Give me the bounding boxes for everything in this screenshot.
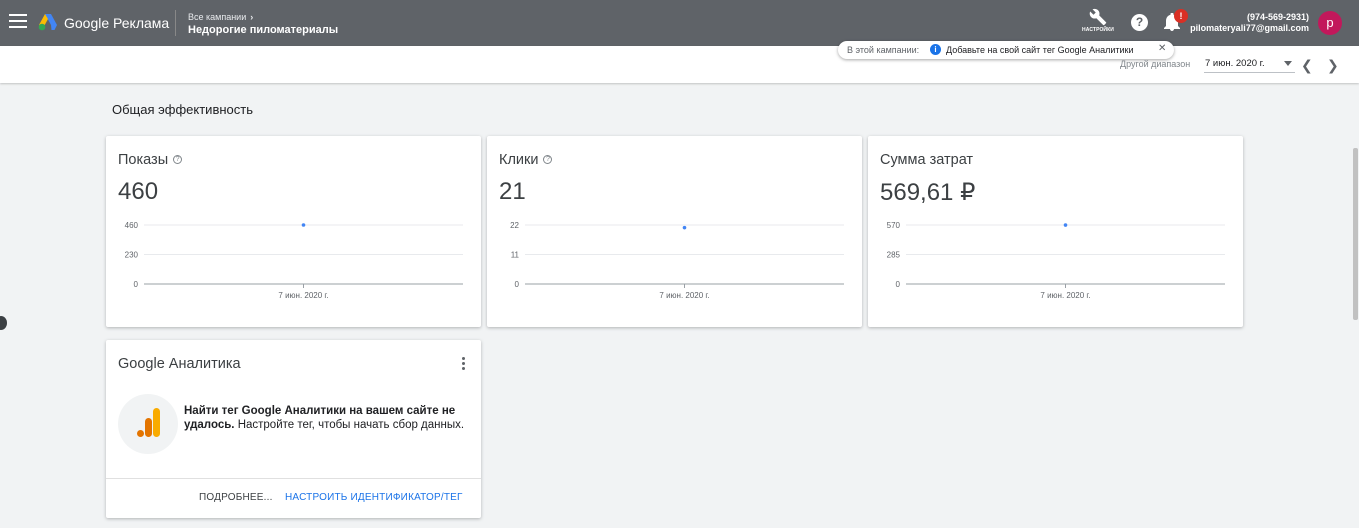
impressions-card[interactable]: Показы? 460 460 230 0 7 июн. 2020 г. (106, 136, 481, 327)
cost-card[interactable]: Сумма затрат 569,61 ₽ 570 285 0 7 июн. 2020… (868, 136, 1243, 327)
header-divider (175, 10, 176, 36)
x-tick-label: 7 июн. 2020 г. (659, 291, 709, 300)
card-title: Показы? (118, 152, 183, 168)
cost-chart: 570 285 0 7 июн. 2020 г. (887, 221, 1225, 300)
setup-tag-button[interactable]: НАСТРОИТЬ ИДЕНТИФИКАТОР/ТЕГ (285, 492, 463, 503)
previous-period-button[interactable]: ❮ (1301, 57, 1313, 74)
card-title-text: Сумма затрат (880, 152, 974, 168)
y-tick-label: 285 (887, 251, 901, 260)
card-title-text: Показы (118, 152, 169, 168)
analytics-message-rest: Настройте тег, чтобы начать сбор данных. (234, 419, 465, 431)
more-vert-icon[interactable] (462, 357, 468, 372)
section-title: Общая эффективность (112, 102, 253, 117)
info-icon: i (930, 44, 941, 55)
breadcrumb[interactable]: Все кампании › (188, 12, 253, 22)
analytics-card: Google Аналитика Найти тег Google Аналит… (106, 340, 481, 518)
y-tick-label: 570 (887, 221, 901, 230)
impressions-chart: 460 230 0 7 июн. 2020 г. (125, 221, 463, 300)
campaign-notice[interactable]: В этой кампании: i Добавьте на свой сайт… (838, 41, 1174, 59)
menu-icon[interactable] (9, 14, 27, 32)
chevron-right-icon: › (250, 12, 254, 22)
x-tick-label: 7 июн. 2020 г. (1040, 291, 1090, 300)
date-range-underline (1204, 72, 1295, 73)
card-value: 569,61 ₽ (880, 179, 976, 206)
tools-button[interactable]: НАСТРОЙКИ (1078, 8, 1118, 33)
side-panel-toggle[interactable] (0, 316, 7, 330)
close-icon[interactable]: ✕ (1158, 43, 1166, 54)
card-title-text: Клики (499, 152, 539, 168)
google-ads-logo-icon (38, 14, 57, 31)
dropdown-arrow-icon[interactable] (1284, 61, 1292, 66)
card-value: 460 (118, 178, 159, 205)
x-tick-label: 7 июн. 2020 г. (278, 291, 328, 300)
scrollbar[interactable] (1353, 148, 1358, 320)
breadcrumb-parent[interactable]: Все кампании (188, 12, 246, 22)
data-point (1063, 223, 1068, 227)
google-analytics-icon (137, 408, 160, 437)
wrench-icon (1089, 8, 1107, 26)
card-title: Клики? (499, 152, 553, 168)
clicks-card[interactable]: Клики? 21 22 11 0 7 июн. 2020 г. (487, 136, 862, 327)
help-icon[interactable]: ? (1131, 14, 1148, 31)
data-point (301, 223, 306, 227)
help-circle-icon[interactable]: ? (173, 155, 183, 164)
date-range-label: Другой диапазон (1120, 59, 1191, 69)
analytics-icon-circle (118, 394, 178, 454)
notification-badge: ! (1174, 9, 1188, 23)
card-value: 21 (499, 178, 526, 205)
y-tick-label: 0 (515, 280, 520, 289)
card-title: Сумма затрат (880, 152, 973, 168)
date-range-select[interactable]: 7 июн. 2020 г. (1205, 58, 1265, 69)
notice-prefix: В этой кампании: (847, 45, 920, 55)
account-email: pilomateryali77@gmail.com (1190, 23, 1309, 33)
notice-text[interactable]: Добавьте на свой сайт тег Google Аналити… (946, 45, 1134, 55)
y-tick-label: 11 (511, 251, 520, 260)
y-tick-label: 460 (125, 221, 139, 230)
y-tick-label: 0 (896, 280, 901, 289)
y-tick-label: 22 (510, 221, 519, 230)
y-tick-label: 230 (125, 251, 139, 260)
clicks-chart: 22 11 0 7 июн. 2020 г. (510, 221, 844, 300)
analytics-card-title: Google Аналитика (118, 356, 241, 372)
analytics-divider (106, 478, 481, 479)
app-name: Google Реклама (64, 15, 170, 31)
data-point (682, 225, 687, 230)
top-app-bar: Google Реклама Все кампании › Недорогие п… (0, 0, 1359, 46)
y-tick-label: 0 (134, 280, 139, 289)
account-phone: (974-569-2931) (1246, 12, 1309, 22)
tools-label: НАСТРОЙКИ (1082, 27, 1114, 33)
avatar[interactable]: p (1318, 11, 1342, 35)
learn-more-button[interactable]: ПОДРОБНЕЕ... (199, 492, 273, 503)
help-circle-icon[interactable]: ? (543, 155, 553, 164)
analytics-message: Найти тег Google Аналитики на вашем сайт… (184, 404, 469, 432)
campaign-title[interactable]: Недорогие пиломатериалы (188, 24, 338, 36)
next-period-button[interactable]: ❯ (1327, 57, 1339, 74)
